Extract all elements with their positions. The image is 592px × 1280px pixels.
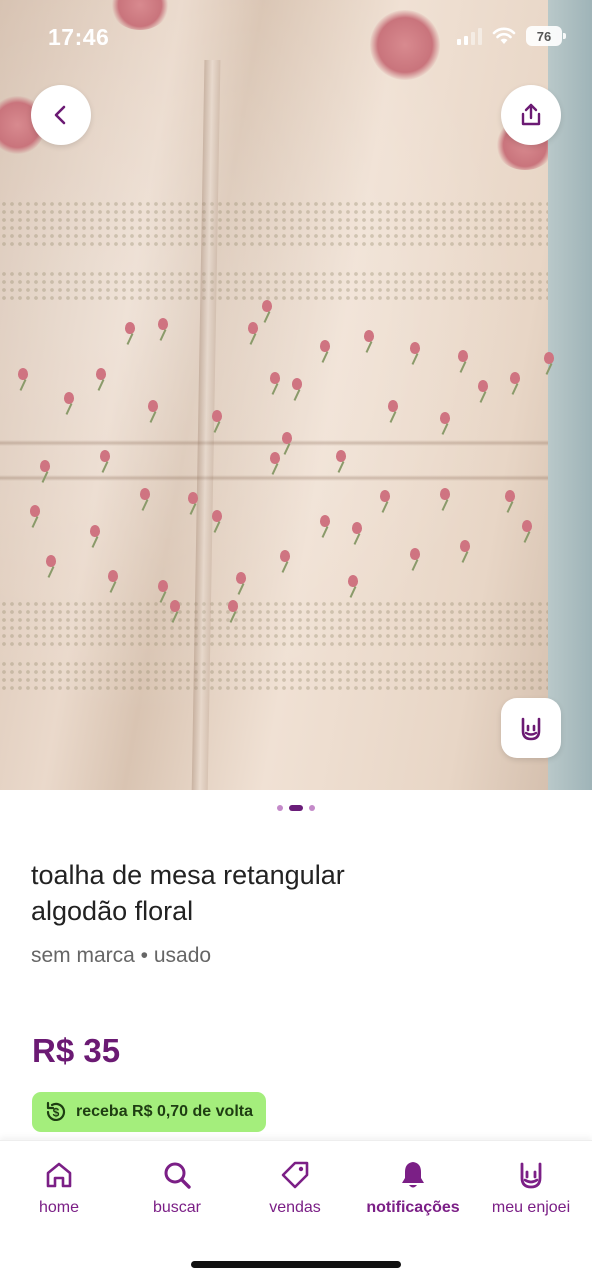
cashback-icon: $ bbox=[46, 1101, 66, 1121]
carousel-dot[interactable] bbox=[309, 805, 315, 811]
battery-level: 76 bbox=[536, 28, 552, 44]
nav-item-buscar[interactable]: buscar bbox=[118, 1159, 236, 1217]
search-icon bbox=[164, 1162, 191, 1189]
product-title-line2: algodão floral bbox=[31, 896, 194, 926]
wifi-icon bbox=[492, 27, 516, 44]
rock-hand-icon bbox=[521, 717, 541, 741]
bottom-nav: home buscar vendas notificações meu enjo… bbox=[0, 1140, 592, 1280]
carousel-dot-active[interactable] bbox=[289, 805, 303, 811]
bell-icon bbox=[402, 1162, 424, 1188]
nav-item-vendas[interactable]: vendas bbox=[236, 1159, 354, 1217]
home-icon bbox=[46, 1162, 72, 1188]
tag-icon bbox=[281, 1161, 309, 1189]
cashback-text: receba R$ 0,70 de volta bbox=[76, 1103, 253, 1120]
status-icons: 76 bbox=[457, 26, 566, 46]
product-title-line1: toalha de mesa retangular bbox=[31, 860, 345, 890]
nav-label-buscar: buscar bbox=[152, 1199, 202, 1216]
chevron-left-icon bbox=[54, 105, 66, 125]
carousel-dot[interactable] bbox=[277, 805, 283, 811]
home-indicator[interactable] bbox=[191, 1261, 401, 1268]
svg-text:$: $ bbox=[53, 1106, 60, 1120]
nav-label-vendas: vendas bbox=[269, 1199, 321, 1216]
nav-label-notificacoes: notificações bbox=[366, 1199, 460, 1216]
battery-icon: 76 bbox=[526, 26, 566, 46]
nav-label-home: home bbox=[38, 1199, 80, 1216]
share-icon bbox=[521, 103, 541, 126]
product-title: toalha de mesa retangular algodão floral bbox=[31, 857, 451, 929]
back-button[interactable] bbox=[31, 85, 91, 145]
share-button[interactable] bbox=[501, 85, 561, 145]
nav-item-notificacoes[interactable]: notificações bbox=[354, 1159, 472, 1217]
product-subtitle: sem marca • usado bbox=[31, 944, 212, 967]
signal-icon bbox=[457, 27, 482, 45]
nav-label-meu-enjoei: meu enjoei bbox=[491, 1199, 571, 1216]
nav-item-home[interactable]: home bbox=[0, 1159, 118, 1217]
product-price: R$ 35 bbox=[32, 1032, 121, 1069]
nav-item-meu-enjoei[interactable]: meu enjoei bbox=[472, 1159, 590, 1217]
status-time: 17:46 bbox=[48, 24, 110, 50]
status-bar: 17:46 76 bbox=[0, 0, 592, 70]
carousel-dots[interactable] bbox=[0, 805, 592, 811]
cashback-badge: $ receba R$ 0,70 de volta bbox=[32, 1092, 266, 1132]
enjoei-photo-button[interactable] bbox=[501, 698, 561, 758]
rock-hand-icon bbox=[520, 1162, 542, 1189]
